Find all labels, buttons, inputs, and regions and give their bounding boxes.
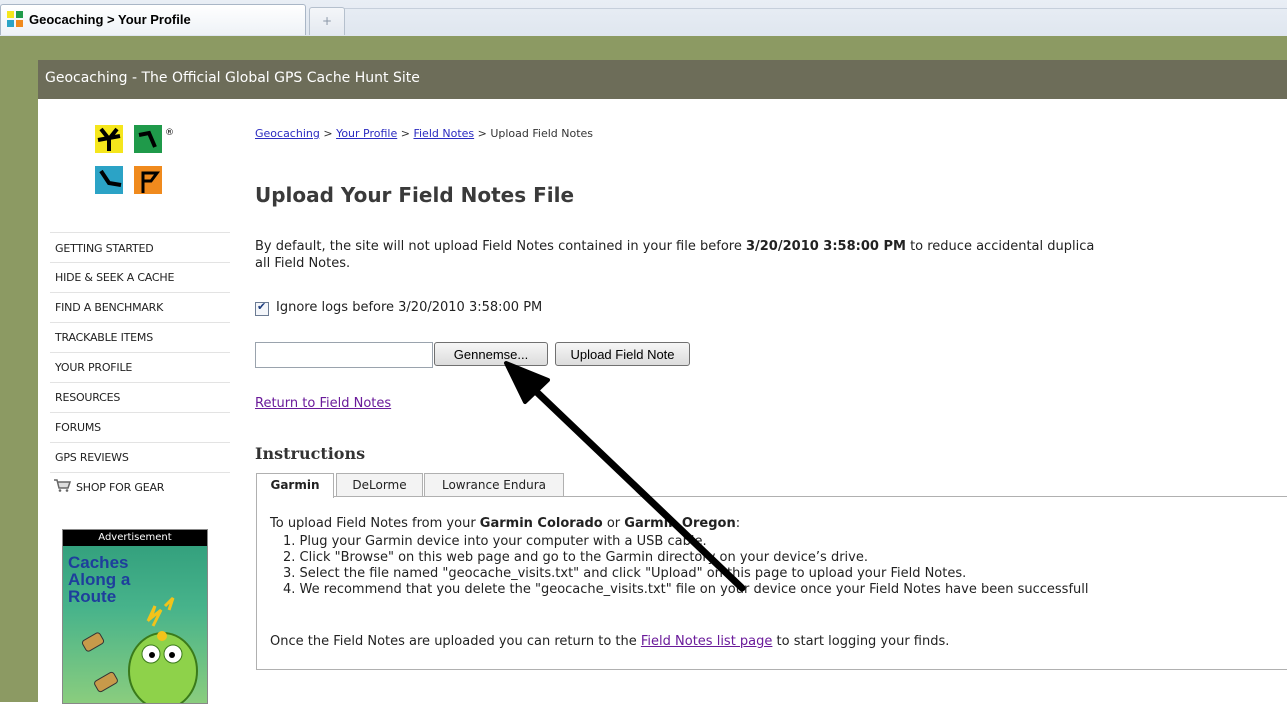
instructions-text: : xyxy=(735,516,741,531)
device-name: Garmin Colorado xyxy=(479,516,603,531)
geocaching-logo-icon[interactable]: ® xyxy=(95,125,189,205)
site-header-title: Geocaching - The Official Global GPS Cac… xyxy=(45,70,420,86)
instructions-intro: To upload Field Notes from your Garmin C… xyxy=(270,516,740,531)
sidebar-item-find-benchmark[interactable]: FIND A BENCHMARK xyxy=(55,301,225,314)
sidebar-item-resources[interactable]: RESOURCES xyxy=(55,391,225,404)
nav-divider xyxy=(50,262,230,263)
breadcrumb-separator: > xyxy=(323,127,333,140)
intro-text-part: to reduce accidental duplica xyxy=(905,239,1095,254)
nav-divider xyxy=(50,472,230,473)
ad-headline-line: Along a xyxy=(68,570,131,589)
cart-icon xyxy=(54,479,71,492)
sidebar-item-gps-reviews[interactable]: GPS REVIEWS xyxy=(55,451,225,464)
instructions-text: To upload Field Notes from your xyxy=(270,516,480,531)
instruction-step: 4. We recommend that you delete the "geo… xyxy=(283,582,1089,597)
device-name: Garmin Oregon xyxy=(624,516,736,531)
instructions-heading: Instructions xyxy=(255,444,366,463)
nav-divider xyxy=(50,412,230,413)
advertisement[interactable]: Advertisement Caches Along a Route xyxy=(62,529,208,704)
sidebar-item-hide-seek[interactable]: HIDE & SEEK A CACHE xyxy=(55,271,225,284)
registered-mark: ® xyxy=(165,128,174,138)
nav-divider xyxy=(50,352,230,353)
ignore-logs-checkbox[interactable]: ✔ xyxy=(255,300,269,316)
sidebar-item-your-profile[interactable]: YOUR PROFILE xyxy=(55,361,225,374)
browser-tab-title: Geocaching > Your Profile xyxy=(29,12,191,27)
checkmark-icon: ✔ xyxy=(257,300,267,313)
breadcrumb-link-geocaching[interactable]: Geocaching xyxy=(255,127,320,140)
return-to-field-notes-link[interactable]: Return to Field Notes xyxy=(255,396,391,411)
tab-lowrance-endura[interactable]: Lowrance Endura xyxy=(424,473,564,496)
breadcrumb-link-field-notes[interactable]: Field Notes xyxy=(413,127,474,140)
tab-delorme[interactable]: DeLorme xyxy=(336,473,423,496)
ad-label: Advertisement xyxy=(63,530,207,546)
intro-text-part: By default, the site will not upload Fie… xyxy=(255,239,746,254)
sidebar-item-getting-started[interactable]: GETTING STARTED xyxy=(55,242,225,255)
instruction-step: 2. Click "Browse" on this web page and g… xyxy=(283,550,868,565)
plus-icon: + xyxy=(321,14,333,28)
page-frame-top xyxy=(0,36,1287,60)
intro-text-line2: all Field Notes. xyxy=(255,256,351,271)
instructions-outro: Once the Field Notes are uploaded you ca… xyxy=(270,634,949,649)
page-title: Upload Your Field Notes File xyxy=(255,183,575,207)
breadcrumb: Geocaching > Your Profile > Field Notes … xyxy=(255,127,593,140)
browse-button[interactable]: Gennemse... xyxy=(434,342,548,366)
breadcrumb-current: Upload Field Notes xyxy=(490,127,594,140)
breadcrumb-link-your-profile[interactable]: Your Profile xyxy=(336,127,397,140)
intro-date: 3/20/2010 3:58:00 PM xyxy=(745,239,906,254)
upload-field-note-button[interactable]: Upload Field Note xyxy=(555,342,690,366)
sidebar-item-forums[interactable]: FORUMS xyxy=(55,421,225,434)
sidebar-item-trackable-items[interactable]: TRACKABLE ITEMS xyxy=(55,331,225,344)
instructions-text: to start logging your finds. xyxy=(772,634,950,649)
instructions-text: Once the Field Notes are uploaded you ca… xyxy=(270,634,641,649)
instruction-step: 3. Select the file named "geocache_visit… xyxy=(283,566,967,581)
nav-divider xyxy=(50,382,230,383)
ignore-logs-label[interactable]: Ignore logs before 3/20/2010 3:58:00 PM xyxy=(276,300,542,315)
nav-divider xyxy=(50,442,230,443)
geocaching-favicon-icon xyxy=(7,11,23,27)
file-path-input[interactable] xyxy=(255,342,433,368)
tab-strip-line xyxy=(344,8,1287,9)
ad-headline-line: Caches xyxy=(68,553,129,572)
sidebar-item-shop-for-gear[interactable]: SHOP FOR GEAR xyxy=(76,481,246,494)
nav-divider xyxy=(50,232,230,233)
nav-divider xyxy=(50,292,230,293)
nav-divider xyxy=(50,322,230,323)
new-tab-button[interactable]: + xyxy=(309,7,345,35)
breadcrumb-separator: > xyxy=(477,127,487,140)
instructions-text: or xyxy=(602,516,625,531)
frog-mascot-icon xyxy=(81,596,198,703)
breadcrumb-separator: > xyxy=(400,127,410,140)
intro-text: By default, the site will not upload Fie… xyxy=(255,237,1287,256)
browser-tab-active[interactable]: Geocaching > Your Profile xyxy=(0,4,306,35)
page-frame-left xyxy=(0,36,38,702)
instruction-step: 1. Plug your Garmin device into your com… xyxy=(283,534,707,549)
field-notes-list-link[interactable]: Field Notes list page xyxy=(641,634,773,649)
tab-garmin[interactable]: Garmin xyxy=(256,473,334,498)
